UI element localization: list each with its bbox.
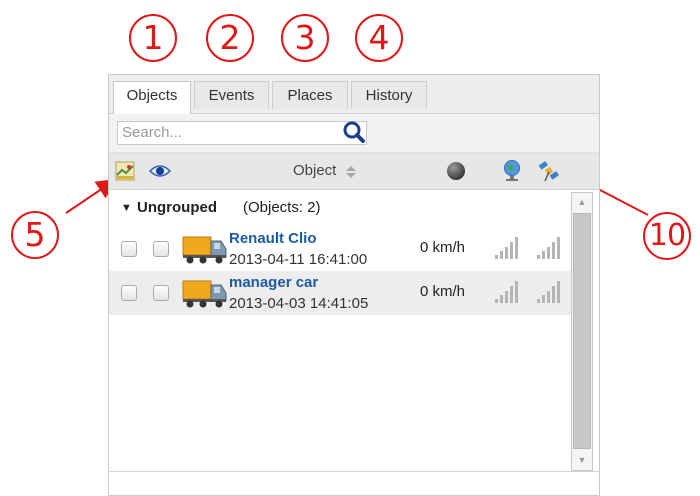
- table-row[interactable]: manager car 2013-04-03 14:41:05 0 km/h: [109, 271, 571, 315]
- tab-events[interactable]: Events: [194, 81, 269, 109]
- group-header[interactable]: ▼ Ungrouped (Objects: 2): [109, 190, 571, 226]
- engine-ball-icon[interactable]: [445, 160, 467, 182]
- object-name[interactable]: Renault Clio: [229, 230, 317, 247]
- sort-icon[interactable]: [345, 165, 357, 179]
- tab-bar: Objects Events Places History: [109, 75, 599, 114]
- column-header-row: Object: [109, 153, 599, 190]
- satellite-icon[interactable]: [537, 159, 561, 183]
- callout-5: 5: [11, 211, 59, 259]
- signal-bars-icon: [495, 281, 518, 303]
- object-speed: 0 km/h: [420, 239, 466, 256]
- callout-3: 3: [281, 14, 329, 62]
- map-icon[interactable]: [115, 161, 135, 181]
- truck-icon: [182, 236, 227, 264]
- scroll-up-icon[interactable]: ▲: [573, 193, 591, 211]
- group-count: (Objects: 2): [243, 199, 321, 216]
- object-last-update: 2013-04-03 14:41:05: [229, 295, 369, 312]
- search-icon[interactable]: [341, 119, 367, 145]
- signal-bars-icon: [537, 281, 560, 303]
- object-speed: 0 km/h: [420, 283, 466, 300]
- tab-places[interactable]: Places: [272, 81, 348, 109]
- callout-10: 10: [643, 212, 691, 260]
- column-header-object[interactable]: Object: [293, 162, 336, 179]
- object-last-update: 2013-04-11 16:41:00: [229, 251, 368, 268]
- follow-checkbox[interactable]: [153, 285, 169, 301]
- group-name: Ungrouped: [137, 199, 217, 216]
- callout-4: 4: [355, 14, 403, 62]
- object-name[interactable]: manager car: [229, 274, 318, 291]
- signal-bars-icon: [537, 237, 560, 259]
- callout-1: 1: [129, 14, 177, 62]
- tab-history[interactable]: History: [351, 81, 427, 109]
- collapse-triangle-icon[interactable]: ▼: [121, 190, 132, 226]
- scroll-thumb[interactable]: [573, 213, 591, 449]
- panel-footer-divider: [109, 471, 599, 472]
- tab-objects[interactable]: Objects: [113, 81, 191, 114]
- signal-bars-icon: [495, 237, 518, 259]
- search-row: Search...: [109, 114, 599, 153]
- follow-checkbox[interactable]: [153, 241, 169, 257]
- truck-icon: [182, 280, 227, 308]
- vertical-scrollbar[interactable]: ▲ ▼: [571, 192, 593, 471]
- scroll-down-icon[interactable]: ▼: [573, 451, 591, 469]
- search-input[interactable]: Search...: [117, 121, 367, 145]
- eye-icon[interactable]: [149, 162, 171, 180]
- visibility-checkbox[interactable]: [121, 285, 137, 301]
- gps-globe-icon[interactable]: [502, 159, 522, 183]
- visibility-checkbox[interactable]: [121, 241, 137, 257]
- objects-panel: Objects Events Places History Search... …: [108, 74, 600, 496]
- table-row[interactable]: Renault Clio 2013-04-11 16:41:00 0 km/h: [109, 227, 571, 271]
- callout-2: 2: [206, 14, 254, 62]
